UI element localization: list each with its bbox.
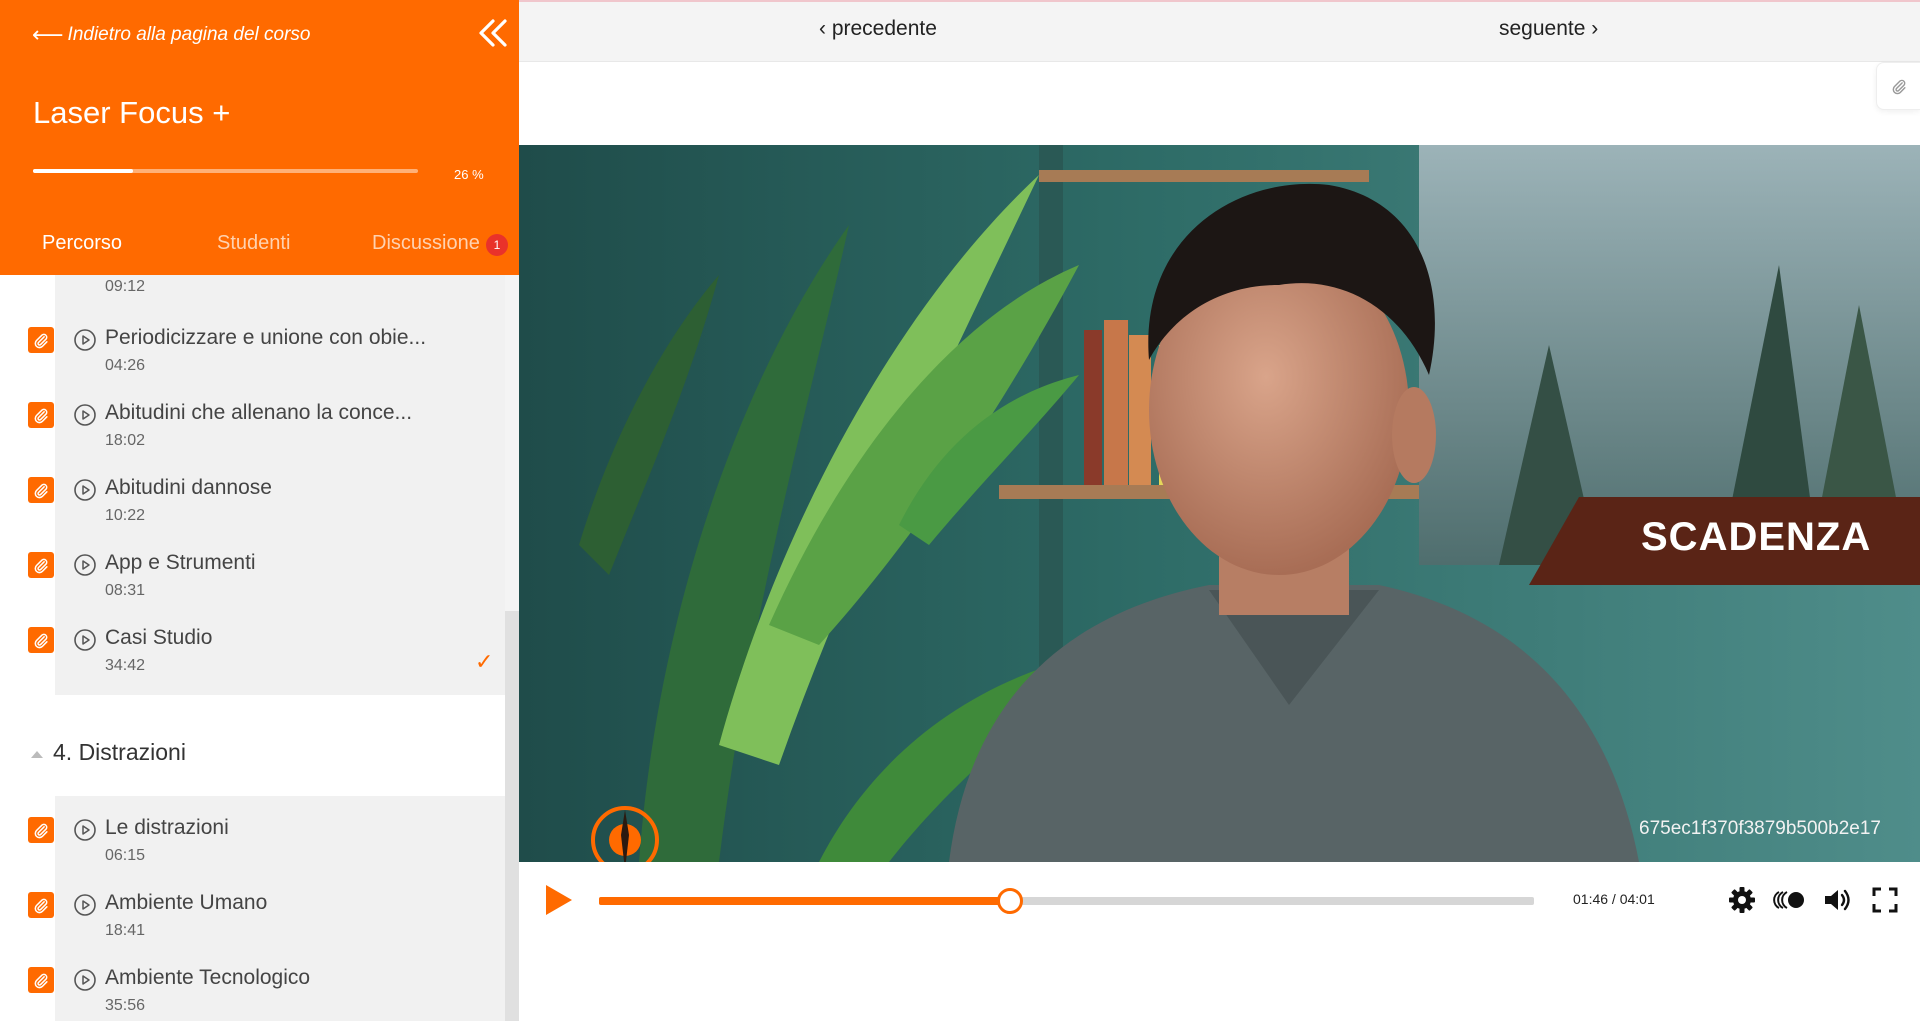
paperclip-icon <box>34 823 48 839</box>
lesson-list: 09:12 Periodicizzare e unione con obie..… <box>0 275 519 1021</box>
lesson-title: Ambiente Umano <box>105 891 268 914</box>
paperclip-icon <box>34 558 48 574</box>
discussion-count-badge: 1 <box>486 234 508 256</box>
play-circle-icon <box>74 329 96 351</box>
course-progress-bar <box>33 169 418 173</box>
lesson-item[interactable]: Ambiente Tecnologico 35:56 <box>0 959 505 1021</box>
play-circle-icon <box>74 969 96 991</box>
seek-bar-handle[interactable] <box>997 888 1024 914</box>
video-player[interactable]: SCADENZA 675ec1f370f3879b500b2e17 <box>519 145 1920 862</box>
caret-up-icon <box>31 751 43 758</box>
paperclip-icon <box>34 408 48 424</box>
lesson-title: Le distrazioni <box>105 816 229 839</box>
play-icon[interactable] <box>543 882 575 918</box>
tab-percorso[interactable]: Percorso <box>42 232 122 255</box>
course-title: Laser Focus + <box>33 95 231 130</box>
play-circle-icon <box>74 404 96 426</box>
lesson-item[interactable]: Le distrazioni 06:15 <box>0 809 505 884</box>
play-circle-icon <box>74 894 96 916</box>
lesson-title: Casi Studio <box>105 626 213 649</box>
video-frame <box>519 145 1920 862</box>
lesson-attachment-button[interactable] <box>28 402 54 428</box>
lesson-duration: 10:22 <box>105 507 146 524</box>
play-circle-icon <box>74 479 96 501</box>
lesson-duration: 35:56 <box>105 997 146 1014</box>
lesson-attachment-button[interactable] <box>28 892 54 918</box>
back-link-label: Indietro alla pagina del corso <box>67 24 311 45</box>
attachments-tab[interactable] <box>1876 62 1920 110</box>
play-circle-icon <box>74 554 96 576</box>
sidebar-tabs: Percorso Studenti Discussione <box>0 226 519 275</box>
lesson-duration: 18:02 <box>105 432 146 449</box>
seek-bar[interactable] <box>599 888 1534 914</box>
section-header-distrazioni[interactable]: 4. Distrazioni <box>0 735 505 775</box>
lesson-title: App e Strumenti <box>105 551 256 574</box>
active-tab-indicator <box>77 264 95 273</box>
section-title: 4. Distrazioni <box>53 739 186 765</box>
lesson-duration: 04:26 <box>105 357 146 374</box>
paperclip-icon <box>34 898 48 914</box>
play-circle-icon <box>74 819 96 841</box>
lesson-item[interactable]: Ambiente Umano 18:41 <box>0 884 505 959</box>
tab-discussione[interactable]: Discussione <box>372 232 502 255</box>
lesson-title: Periodicizzare e unione con obie... <box>105 326 427 349</box>
paperclip-icon <box>1892 79 1906 95</box>
completed-check-icon: ✓ <box>475 649 494 674</box>
lesson-title: Abitudini che allenano la conce... <box>105 401 413 424</box>
lesson-item[interactable]: Periodicizzare e unione con obie... 04:2… <box>0 319 505 394</box>
lesson-duration: 34:42 <box>105 657 146 674</box>
lesson-attachment-button[interactable] <box>28 552 54 578</box>
time-display: 01:46 / 04:01 <box>1573 891 1655 907</box>
arrow-left-icon: ⟵ <box>32 22 64 47</box>
lesson-duration: 06:15 <box>105 847 146 864</box>
lesson-duration: 18:41 <box>105 922 146 939</box>
video-watermark-id: 675ec1f370f3879b500b2e17 <box>1639 818 1881 839</box>
lesson-navigation-bar: ‹ precedente seguente › <box>519 0 1920 62</box>
lesson-item[interactable]: App e Strumenti 08:31 <box>0 544 505 619</box>
lesson-item[interactable]: Abitudini dannose 10:22 <box>0 469 505 544</box>
tab-studenti[interactable]: Studenti <box>217 232 290 255</box>
lesson-item[interactable]: Casi Studio 34:42 ✓ <box>0 619 505 694</box>
paperclip-icon <box>34 973 48 989</box>
paperclip-icon <box>34 333 48 349</box>
video-overlay-title: SCADENZA <box>1641 515 1872 559</box>
double-chevron-left-icon[interactable] <box>476 16 510 50</box>
paperclip-icon <box>34 483 48 499</box>
course-progress-fill <box>33 169 134 173</box>
seek-bar-progress <box>599 897 1011 905</box>
playback-speed-icon[interactable] <box>1771 884 1809 916</box>
course-sidebar: ⟵ Indietro alla pagina del corso Laser F… <box>0 0 519 1021</box>
sidebar-header: ⟵ Indietro alla pagina del corso Laser F… <box>0 0 519 275</box>
main-content: ‹ precedente seguente › SCADENZA 675ec1f… <box>519 0 1920 1021</box>
sidebar-scrollbar-thumb[interactable] <box>505 611 519 1021</box>
previous-lesson-link[interactable]: ‹ precedente <box>819 17 937 41</box>
play-circle-icon <box>74 629 96 651</box>
paperclip-icon <box>34 633 48 649</box>
lesson-item[interactable]: Abitudini che allenano la conce... 18:02 <box>0 394 505 469</box>
sidebar-scrollbar[interactable] <box>505 275 519 1021</box>
video-controls: 01:46 / 04:01 <box>519 862 1920 937</box>
lesson-attachment-button[interactable] <box>28 327 54 353</box>
lesson-title: Ambiente Tecnologico <box>105 966 311 989</box>
course-progress-text: 26 % <box>454 167 484 182</box>
fullscreen-icon[interactable] <box>1869 884 1901 916</box>
lesson-attachment-button[interactable] <box>28 817 54 843</box>
next-lesson-link[interactable]: seguente › <box>1499 17 1598 41</box>
lesson-attachment-button[interactable] <box>28 477 54 503</box>
gear-icon[interactable] <box>1726 884 1758 916</box>
lesson-duration: 08:31 <box>105 582 146 599</box>
lesson-attachment-button[interactable] <box>28 967 54 993</box>
lesson-attachment-button[interactable] <box>28 627 54 653</box>
back-to-course-link[interactable]: ⟵ Indietro alla pagina del corso <box>32 22 310 48</box>
volume-icon[interactable] <box>1821 884 1853 916</box>
lesson-title: Abitudini dannose <box>105 476 272 499</box>
lesson-duration: 09:12 <box>105 278 146 295</box>
